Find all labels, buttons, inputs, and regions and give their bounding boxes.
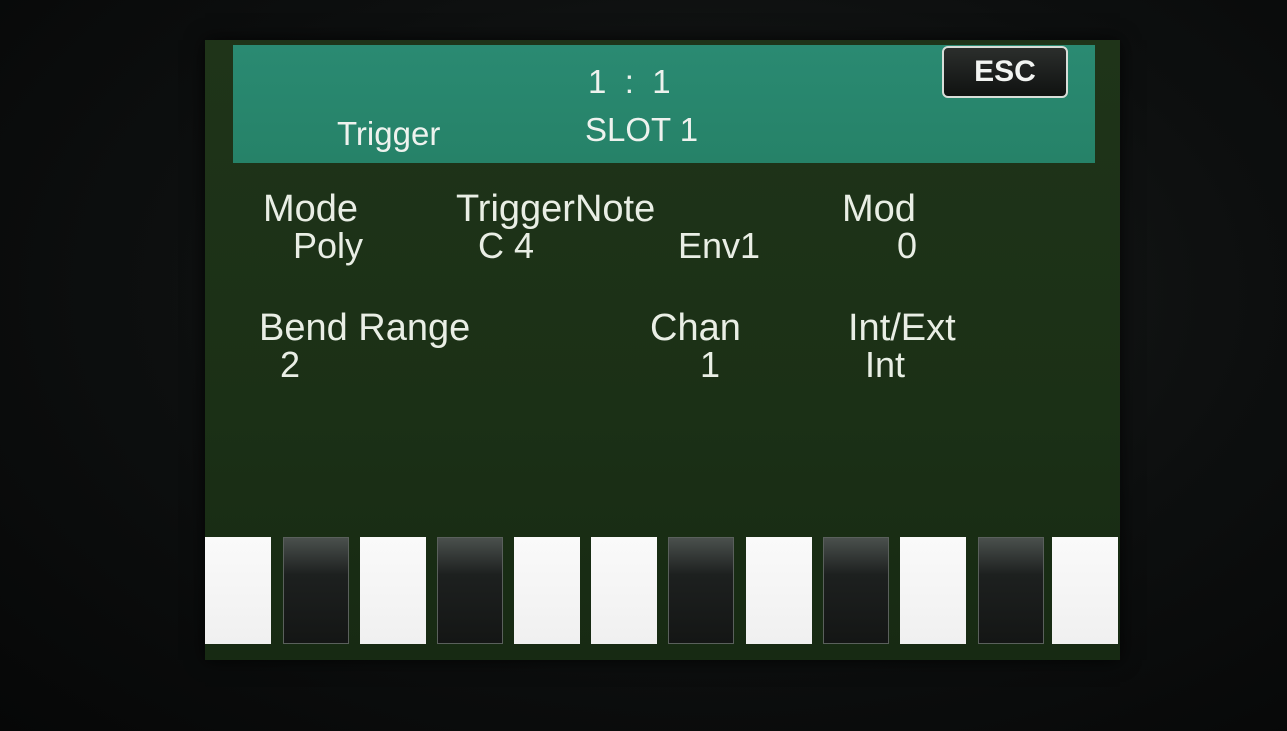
bend-range-label: Bend Range — [259, 307, 471, 349]
int-ext-label: Int/Ext — [848, 307, 956, 349]
bend-range-value[interactable]: 2 — [280, 347, 300, 383]
envelope-value[interactable]: Env1 — [678, 228, 760, 264]
piano-key-black[interactable] — [437, 537, 503, 644]
mod-value[interactable]: 0 — [897, 228, 917, 264]
int-ext-value[interactable]: Int — [865, 347, 905, 383]
piano-key-white[interactable] — [360, 537, 426, 644]
mode-value[interactable]: Poly — [293, 228, 363, 264]
piano-key-white[interactable] — [1052, 537, 1118, 644]
piano-key-white[interactable] — [900, 537, 966, 644]
slot-label: SLOT 1 — [585, 111, 699, 148]
piano-key-white[interactable] — [746, 537, 812, 644]
piano-key-black[interactable] — [823, 537, 889, 644]
esc-button[interactable]: ESC — [942, 46, 1068, 98]
trigger-note-value[interactable]: C 4 — [478, 228, 534, 264]
piano-key-white[interactable] — [205, 537, 271, 644]
piano-key-white[interactable] — [591, 537, 657, 644]
piano-key-black[interactable] — [283, 537, 349, 644]
section-title: Trigger — [337, 115, 441, 152]
mod-label: Mod — [842, 188, 916, 230]
piano-key-white[interactable] — [514, 537, 580, 644]
position-readout: 1 : 1 — [588, 63, 671, 100]
chan-label: Chan — [650, 307, 741, 349]
piano-key-black[interactable] — [668, 537, 734, 644]
trigger-note-label: TriggerNote — [456, 188, 656, 230]
piano-key-black[interactable] — [978, 537, 1044, 644]
mode-label: Mode — [263, 188, 359, 230]
chan-value[interactable]: 1 — [700, 347, 720, 383]
